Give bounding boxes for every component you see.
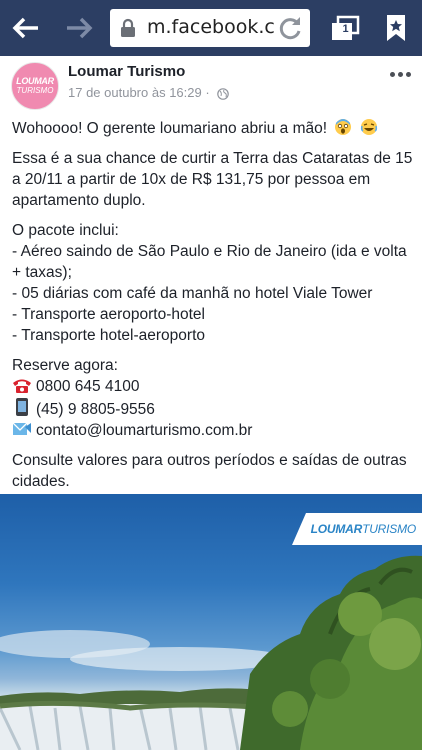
photo-brand-watermark: LOUMARTURISMO [292,513,422,545]
post-body: Wohoooo! O gerente loumariano abriu a mã… [12,118,414,501]
more-icon-dot [397,71,403,77]
intro-text: Wohoooo! O gerente loumariano abriu a mã… [12,120,328,137]
more-icon [389,71,395,77]
mobile-line: (45) 9 8805-9556 [12,397,414,420]
tab-count: 1 [342,23,349,35]
page-avatar[interactable]: LOUMAR TURISMO [11,62,59,110]
forward-button[interactable] [54,0,104,56]
post-paragraph-contact: Reserve agora: 0800 645 4100 (45) 9 8805… [12,355,414,441]
email-icon [12,422,31,435]
post-paragraph-intro: Wohoooo! O gerente loumariano abriu a mã… [12,118,414,139]
package-item: - Aéreo saindo de São Paulo e Rio de Jan… [12,243,407,281]
bookmark-icon [387,15,405,41]
post-meta: 17 de outubro às 16:29 · [68,85,230,100]
more-options-button[interactable] [386,64,414,84]
more-icon-dot [405,71,411,77]
laughing-face-emoji-icon [360,119,377,135]
post-paragraph-closing: Consulte valores para outros períodos e … [12,452,407,490]
browser-toolbar: m.facebook.c 1 [0,0,422,56]
email-line: contato@loumarturismo.com.br [12,420,414,441]
avatar-logo-line2: TURISMO [16,86,54,95]
refresh-icon[interactable] [276,14,304,42]
phone-line: 0800 645 4100 [12,376,414,397]
avatar-logo-line1: LOUMAR [16,76,54,86]
forward-arrow-icon [67,17,93,39]
phone-number-link[interactable]: 0800 645 4100 [36,378,139,395]
package-item: - Transporte hotel-aeroporto [12,327,205,344]
reserve-title: Reserve agora: [12,357,118,374]
bookmark-button[interactable] [372,0,420,56]
brand-watermark-text: LOUMARTURISMO [310,522,417,536]
package-item: - 05 diárias com café da manhã no hotel … [12,285,373,302]
package-item: - Transporte aeroporto-hotel [12,306,205,323]
phone-icon [13,379,31,393]
package-title: O pacote inclui: [12,222,119,239]
screaming-face-emoji-icon [335,119,352,135]
back-button[interactable] [0,0,52,56]
lock-icon [121,18,135,37]
url-text: m.facebook.c [147,16,275,38]
address-bar[interactable]: m.facebook.c [110,9,310,47]
post-timestamp[interactable]: 17 de outubro às 16:29 · [68,85,210,100]
brand-a: LOUMAR [310,522,363,536]
brand-b: TURISMO [362,522,416,536]
post-paragraph-offer: Essa é a sua chance de curtir a Terra da… [12,150,413,209]
page-name-link[interactable]: Loumar Turismo [68,63,185,80]
email-link[interactable]: contato@loumarturismo.com.br [36,422,252,439]
mobile-icon [16,398,28,416]
globe-icon [217,87,230,100]
back-arrow-icon [12,17,38,39]
mobile-number-link[interactable]: (45) 9 8805-9556 [36,401,155,418]
post-paragraph-package: O pacote inclui: - Aéreo saindo de São P… [12,220,414,346]
